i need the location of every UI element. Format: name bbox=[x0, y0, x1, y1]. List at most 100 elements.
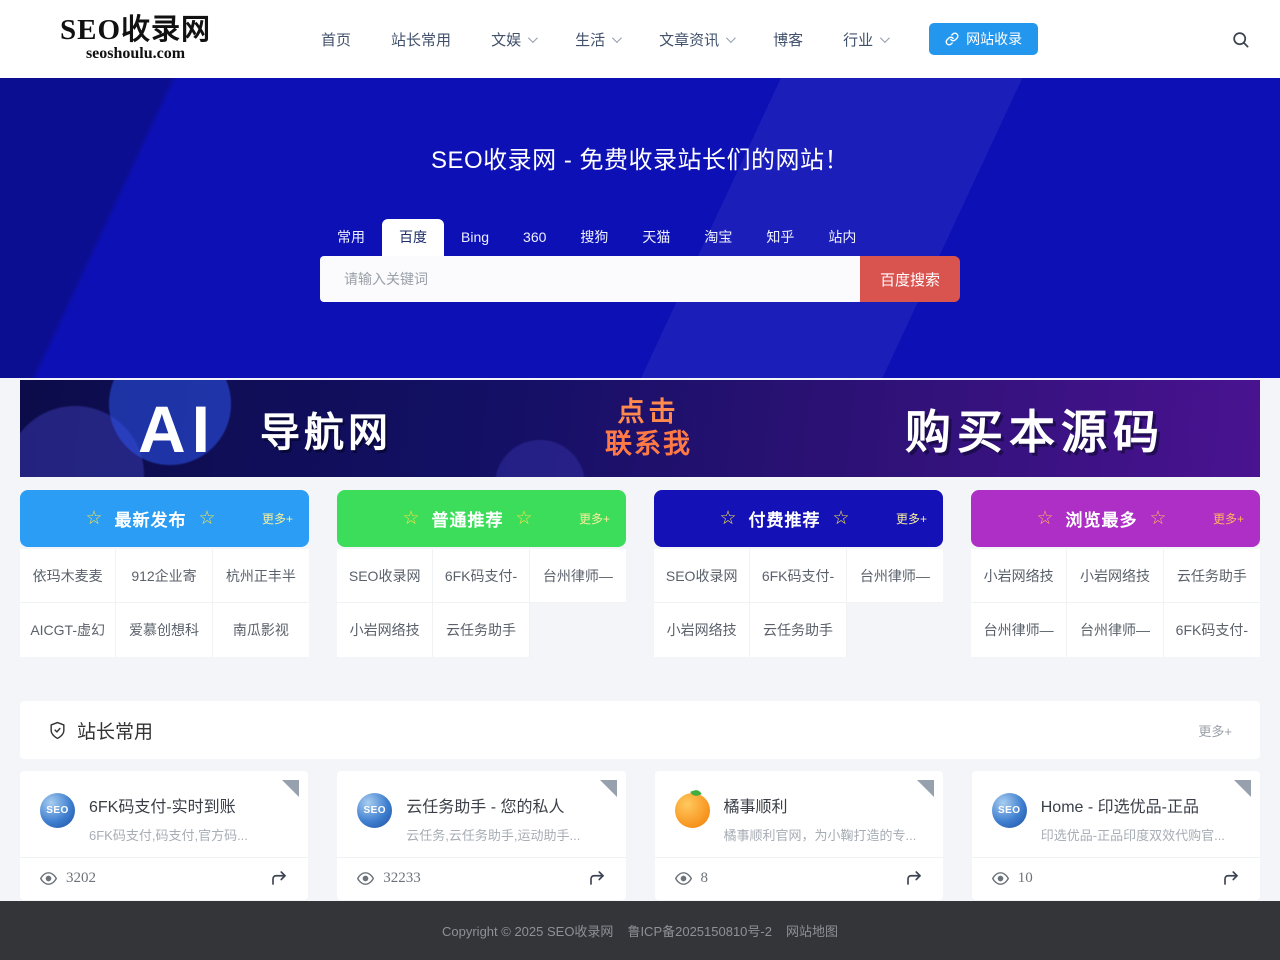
rank-link[interactable]: 南瓜影视 bbox=[213, 603, 309, 657]
nav-item-blog[interactable]: 博客 bbox=[773, 29, 803, 50]
rank-link[interactable]: SEO收录网 bbox=[337, 549, 433, 603]
star-icon: ☆ bbox=[85, 507, 102, 530]
section-more-link[interactable]: 更多+ bbox=[1198, 721, 1232, 740]
corner-fold-icon bbox=[282, 780, 299, 797]
rank-link[interactable]: 小岩网络技 bbox=[1067, 549, 1163, 603]
rank-section-latest: ☆ 最新发布 ☆ 更多+ 依玛木麦麦 912企业寄 杭州正丰半 AICGT-虚幻… bbox=[20, 490, 309, 657]
nav-label: 行业 bbox=[843, 29, 873, 50]
nav-label: 博客 bbox=[773, 29, 803, 50]
rank-link[interactable]: 小岩网络技 bbox=[971, 549, 1067, 603]
logo-subtitle: seoshoulu.com bbox=[60, 46, 211, 63]
tab-taobao[interactable]: 淘宝 bbox=[687, 219, 749, 256]
ad-banner[interactable]: AI 导航网 点击 联系我 购买本源码 bbox=[20, 380, 1260, 477]
share-icon[interactable] bbox=[270, 869, 288, 887]
site-cards: SEO 6FK码支付-实时到账 6FK码支付,码支付,官方码... 3202 bbox=[20, 771, 1260, 900]
submit-site-button[interactable]: 网站收录 bbox=[929, 23, 1038, 55]
rank-link[interactable]: 912企业寄 bbox=[116, 549, 212, 603]
submit-site-label: 网站收录 bbox=[966, 29, 1022, 49]
site-card-title[interactable]: 云任务助手 - 您的私人 bbox=[406, 793, 580, 817]
rank-section-normal: ☆ 普通推荐 ☆ 更多+ SEO收录网 6FK码支付- 台州律师— 小岩网络技 … bbox=[337, 490, 626, 657]
site-card-cloud-task[interactable]: SEO 云任务助手 - 您的私人 云任务,云任务助手,运动助手... 32233 bbox=[337, 771, 625, 900]
hero-title: SEO收录网 - 免费收录站长们的网站！ bbox=[0, 78, 1280, 175]
rank-link[interactable]: AICGT-虚幻 bbox=[20, 603, 116, 657]
nav-item-webmaster-common[interactable]: 站长常用 bbox=[391, 29, 451, 50]
rank-more-link[interactable]: 更多+ bbox=[579, 510, 610, 527]
view-count-value: 3202 bbox=[66, 870, 96, 887]
nav-label: 生活 bbox=[575, 29, 605, 50]
nav-item-home[interactable]: 首页 bbox=[321, 29, 351, 50]
keyword-search-input[interactable] bbox=[320, 256, 860, 302]
seo-globe-icon: SEO bbox=[40, 793, 75, 828]
rank-link[interactable]: 台州律师— bbox=[530, 549, 626, 603]
star-icon: ☆ bbox=[199, 507, 216, 530]
tab-bing[interactable]: Bing bbox=[444, 219, 506, 256]
rank-header-normal[interactable]: ☆ 普通推荐 ☆ 更多+ bbox=[337, 490, 626, 547]
corner-fold-icon bbox=[917, 780, 934, 797]
site-card-description: 印选优品-正品印度双效代购官... bbox=[1041, 825, 1225, 844]
tab-zhihu[interactable]: 知乎 bbox=[749, 219, 811, 256]
share-icon[interactable] bbox=[1222, 869, 1240, 887]
nav-item-life[interactable]: 生活 bbox=[575, 29, 619, 50]
site-card-description: 橘事顺利官网，为小鞠打造的专... bbox=[724, 825, 917, 844]
star-icon: ☆ bbox=[719, 507, 736, 530]
rank-link[interactable]: 小岩网络技 bbox=[337, 603, 433, 657]
corner-fold-icon bbox=[600, 780, 617, 797]
star-icon: ☆ bbox=[833, 507, 850, 530]
share-icon[interactable] bbox=[905, 869, 923, 887]
site-logo[interactable]: SEO收录网 seoshoulu.com bbox=[60, 15, 211, 62]
site-card-jushi[interactable]: 橘事顺利 橘事顺利官网，为小鞠打造的专... 8 bbox=[655, 771, 943, 900]
icp-license-link[interactable]: 鲁ICP备2025150810号-2 bbox=[627, 921, 772, 940]
rank-link[interactable]: 杭州正丰半 bbox=[213, 549, 309, 603]
view-count-value: 10 bbox=[1018, 870, 1033, 887]
tab-360[interactable]: 360 bbox=[506, 219, 563, 256]
site-card-6fk[interactable]: SEO 6FK码支付-实时到账 6FK码支付,码支付,官方码... 3202 bbox=[20, 771, 308, 900]
rank-title-wrap: ☆ 付费推荐 ☆ bbox=[672, 506, 925, 531]
seo-globe-icon: SEO bbox=[357, 793, 392, 828]
seo-globe-icon: SEO bbox=[992, 793, 1027, 828]
rank-link[interactable]: 云任务助手 bbox=[433, 603, 529, 657]
tab-changyong[interactable]: 常用 bbox=[320, 219, 382, 256]
rank-link[interactable]: 云任务助手 bbox=[750, 603, 846, 657]
footer: Copyright © 2025 SEO收录网 鲁ICP备2025150810号… bbox=[0, 901, 1280, 960]
section-title: 站长常用 bbox=[77, 717, 153, 744]
site-card-description: 云任务,云任务助手,运动助手... bbox=[406, 825, 580, 844]
view-count: 3202 bbox=[40, 870, 96, 887]
site-card-title[interactable]: 6FK码支付-实时到账 bbox=[89, 793, 248, 817]
nav-item-entertainment[interactable]: 文娱 bbox=[491, 29, 535, 50]
site-card-home-yinxuan[interactable]: SEO Home - 印选优品-正品 印选优品-正品印度双效代购官... 10 bbox=[972, 771, 1260, 900]
nav-item-articles[interactable]: 文章资讯 bbox=[659, 29, 733, 50]
rank-link[interactable]: 6FK码支付- bbox=[750, 549, 846, 603]
tab-tmall[interactable]: 天猫 bbox=[625, 219, 687, 256]
rank-more-link[interactable]: 更多+ bbox=[896, 510, 927, 527]
rank-link[interactable]: 小岩网络技 bbox=[654, 603, 750, 657]
site-card-title[interactable]: Home - 印选优品-正品 bbox=[1041, 793, 1225, 817]
rank-header-most-viewed[interactable]: ☆ 浏览最多 ☆ 更多+ bbox=[971, 490, 1260, 547]
rank-header-paid[interactable]: ☆ 付费推荐 ☆ 更多+ bbox=[654, 490, 943, 547]
rank-link[interactable]: 台州律师— bbox=[971, 603, 1067, 657]
rank-link[interactable]: 云任务助手 bbox=[1164, 549, 1260, 603]
baidu-search-button[interactable]: 百度搜索 bbox=[860, 256, 960, 302]
rank-link[interactable]: 依玛木麦麦 bbox=[20, 549, 116, 603]
rank-link[interactable]: 台州律师— bbox=[1067, 603, 1163, 657]
banner-ai-text: AI bbox=[138, 391, 216, 467]
rank-link[interactable]: 爱慕创想科 bbox=[116, 603, 212, 657]
site-card-title[interactable]: 橘事顺利 bbox=[724, 793, 917, 817]
tab-sogou[interactable]: 搜狗 bbox=[563, 219, 625, 256]
rank-link[interactable]: 台州律师— bbox=[847, 549, 943, 603]
nav-label: 首页 bbox=[321, 29, 351, 50]
banner-contact-text: 点击 联系我 bbox=[605, 397, 692, 459]
sitemap-link[interactable]: 网站地图 bbox=[786, 921, 838, 940]
share-icon[interactable] bbox=[588, 869, 606, 887]
nav-item-industry[interactable]: 行业 bbox=[843, 29, 887, 50]
rank-link[interactable]: 6FK码支付- bbox=[433, 549, 529, 603]
rank-header-latest[interactable]: ☆ 最新发布 ☆ 更多+ bbox=[20, 490, 309, 547]
rank-more-link[interactable]: 更多+ bbox=[262, 510, 293, 527]
tab-onsite[interactable]: 站内 bbox=[811, 219, 873, 256]
star-icon: ☆ bbox=[1150, 507, 1167, 530]
header-search-button[interactable] bbox=[1231, 30, 1250, 49]
rank-link[interactable]: 6FK码支付- bbox=[1164, 603, 1260, 657]
tab-baidu[interactable]: 百度 bbox=[382, 219, 444, 256]
main-nav: 首页 站长常用 文娱 生活 文章资讯 博客 行业 bbox=[321, 29, 887, 50]
rank-more-link[interactable]: 更多+ bbox=[1213, 510, 1244, 527]
rank-link[interactable]: SEO收录网 bbox=[654, 549, 750, 603]
